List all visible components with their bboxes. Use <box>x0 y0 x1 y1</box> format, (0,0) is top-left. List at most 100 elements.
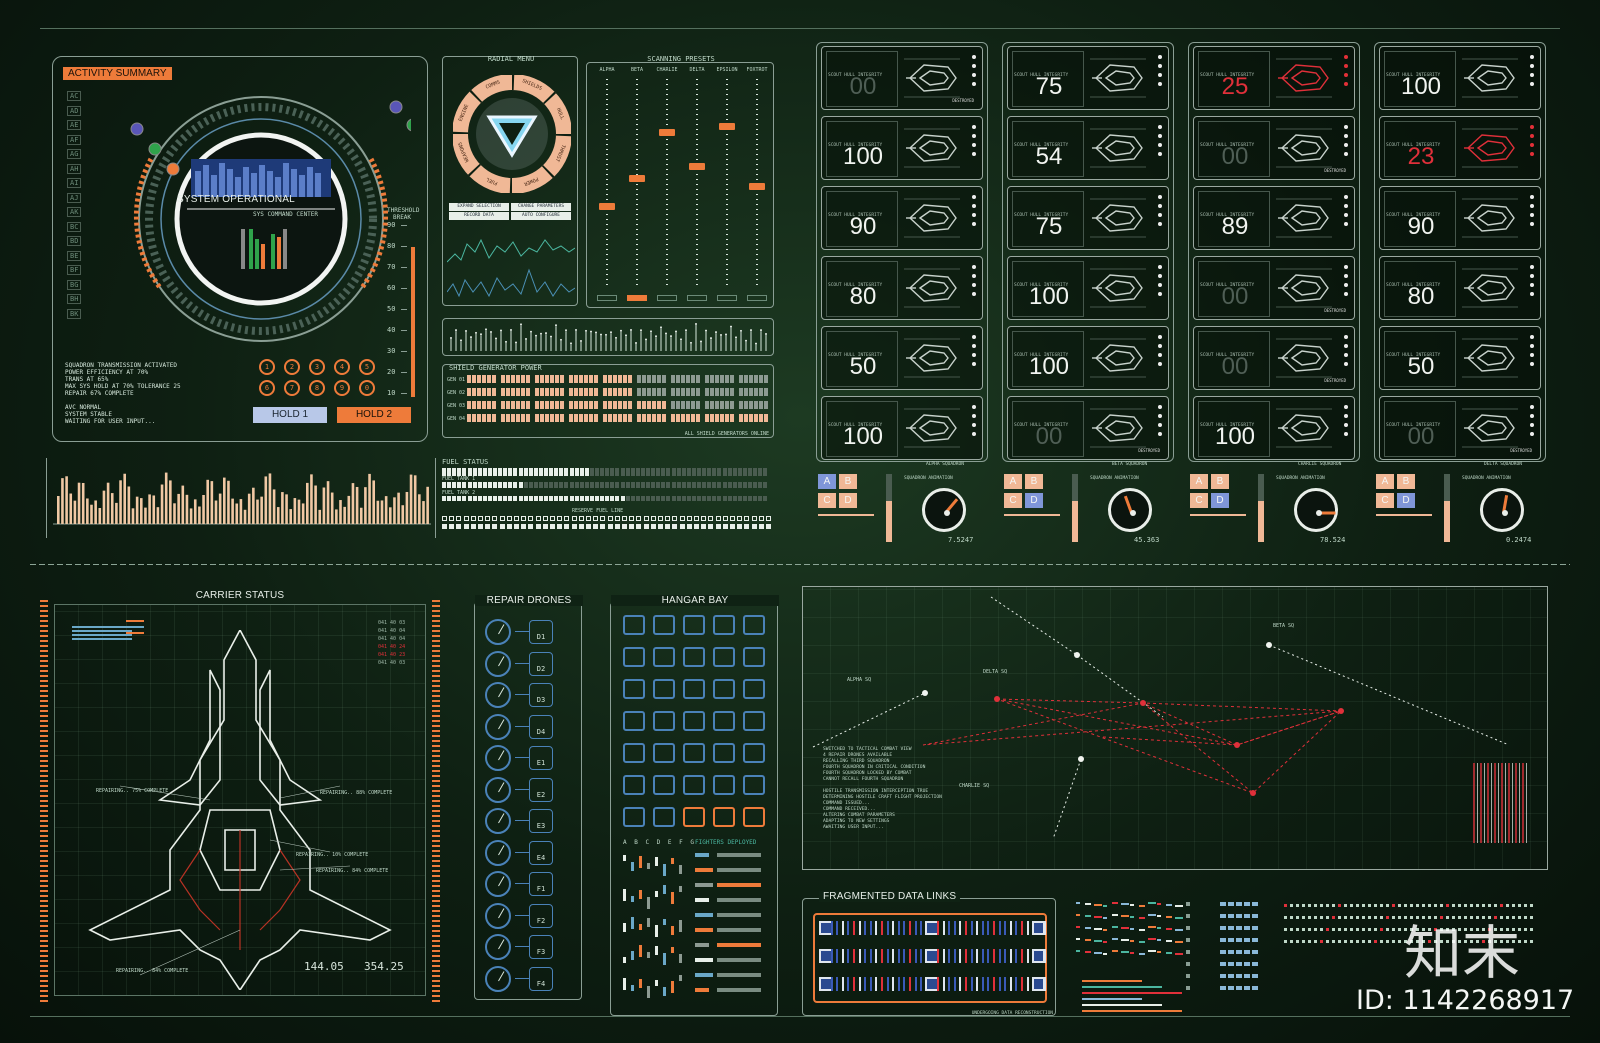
preset-slider-knob[interactable] <box>659 129 675 136</box>
hangar-slot[interactable] <box>623 743 645 763</box>
hangar-slot[interactable] <box>683 807 705 827</box>
preset-select-button[interactable] <box>627 295 647 301</box>
hangar-slot[interactable] <box>653 647 675 667</box>
sector-card[interactable]: SCOUT HULL INTEGRITY 100 <box>1007 256 1169 320</box>
preset-slider-knob[interactable] <box>749 183 765 190</box>
sector-card[interactable]: SCOUT HULL INTEGRITY 00 DESTROYED <box>1193 256 1355 320</box>
hangar-slot[interactable] <box>713 711 735 731</box>
drone-tag[interactable]: E3 <box>529 809 553 833</box>
hangar-slot[interactable] <box>653 743 675 763</box>
hangar-slot[interactable] <box>653 775 675 795</box>
hangar-slot[interactable] <box>623 647 645 667</box>
hangar-slot[interactable] <box>653 615 675 635</box>
sector-card[interactable]: SCOUT HULL INTEGRITY 50 <box>821 326 983 390</box>
hangar-slot[interactable] <box>713 679 735 699</box>
sector-card[interactable]: SCOUT HULL INTEGRITY 90 <box>821 186 983 250</box>
sector-card[interactable]: SCOUT HULL INTEGRITY 00 DESTROYED <box>821 46 983 110</box>
drone-dial[interactable] <box>485 776 511 803</box>
hangar-slot[interactable] <box>713 647 735 667</box>
drone-dial[interactable] <box>485 871 511 897</box>
hangar-slot[interactable] <box>623 807 645 827</box>
squadron-knob[interactable] <box>922 488 966 532</box>
hangar-slot[interactable] <box>653 711 675 731</box>
drone-dial[interactable] <box>485 745 511 771</box>
number-button[interactable]: 1 <box>259 359 275 375</box>
number-button[interactable]: 7 <box>284 380 300 396</box>
hangar-slot[interactable] <box>743 711 765 731</box>
drone-tag[interactable]: F1 <box>529 872 553 896</box>
hangar-slot[interactable] <box>683 775 705 795</box>
preset-select-button[interactable] <box>687 295 707 301</box>
abcd-button-b[interactable]: B <box>1397 474 1415 489</box>
drone-tag[interactable]: D2 <box>529 651 553 676</box>
drone-tag[interactable]: D3 <box>529 683 553 707</box>
number-button[interactable]: 6 <box>259 380 275 396</box>
drone-tag[interactable]: D4 <box>529 714 553 739</box>
abcd-button-c[interactable]: C <box>1190 493 1208 508</box>
hangar-slot[interactable] <box>683 743 705 763</box>
hold-2-button[interactable]: HOLD 2 <box>337 407 411 423</box>
sector-card[interactable]: SCOUT HULL INTEGRITY 80 <box>821 256 983 320</box>
drone-tag[interactable]: F3 <box>529 935 553 959</box>
drone-dial[interactable] <box>485 650 511 677</box>
abcd-button-a[interactable]: A <box>1376 474 1394 489</box>
drone-tag[interactable]: F4 <box>529 966 553 991</box>
preset-slider-knob[interactable] <box>599 203 615 210</box>
sector-card[interactable]: SCOUT HULL INTEGRITY 00 DESTROYED <box>1379 396 1541 460</box>
sector-card[interactable]: SCOUT HULL INTEGRITY 25 <box>1193 46 1355 110</box>
preset-select-button[interactable] <box>717 295 737 301</box>
abcd-button-d[interactable]: D <box>1397 493 1415 508</box>
preset-slider-knob[interactable] <box>689 163 705 170</box>
sector-card[interactable]: SCOUT HULL INTEGRITY 100 <box>821 396 983 460</box>
sector-card[interactable]: SCOUT HULL INTEGRITY 00 DESTROYED <box>1193 116 1355 180</box>
radial-action[interactable]: CHANGE PARAMETERS <box>511 203 571 211</box>
drone-tag[interactable]: E4 <box>529 840 553 865</box>
abcd-button-b[interactable]: B <box>839 474 857 489</box>
sector-card[interactable]: SCOUT HULL INTEGRITY 80 <box>1379 256 1541 320</box>
abcd-button-d[interactable]: D <box>1211 493 1229 508</box>
sector-card[interactable]: SCOUT HULL INTEGRITY 54 <box>1007 116 1169 180</box>
hangar-slot[interactable] <box>623 679 645 699</box>
preset-select-button[interactable] <box>597 295 617 301</box>
hangar-slot[interactable] <box>743 807 765 827</box>
hangar-slot[interactable] <box>713 775 735 795</box>
hangar-slot[interactable] <box>743 775 765 795</box>
abcd-button-b[interactable]: B <box>1025 474 1043 489</box>
preset-slider-knob[interactable] <box>629 175 645 182</box>
abcd-button-c[interactable]: C <box>1376 493 1394 508</box>
preset-slider-knob[interactable] <box>719 123 735 130</box>
sector-card[interactable]: SCOUT HULL INTEGRITY 00 DESTROYED <box>1007 396 1169 460</box>
abcd-button-d[interactable]: D <box>839 493 857 508</box>
drone-dial[interactable] <box>485 965 511 992</box>
drone-tag[interactable]: F2 <box>529 903 553 928</box>
hangar-slot[interactable] <box>653 807 675 827</box>
number-button[interactable]: 8 <box>309 380 325 396</box>
hangar-slot[interactable] <box>743 743 765 763</box>
radial-action[interactable]: AUTO CONFIGURE <box>511 212 571 220</box>
drone-dial[interactable] <box>485 839 511 866</box>
radial-ring[interactable] <box>453 75 571 193</box>
drone-tag[interactable]: E2 <box>529 777 553 802</box>
sector-card[interactable]: SCOUT HULL INTEGRITY 00 DESTROYED <box>1193 326 1355 390</box>
hangar-slot[interactable] <box>623 615 645 635</box>
hangar-slot[interactable] <box>683 647 705 667</box>
number-button[interactable]: 2 <box>284 359 300 375</box>
drone-dial[interactable] <box>485 713 511 740</box>
sector-card[interactable]: SCOUT HULL INTEGRITY 75 <box>1007 186 1169 250</box>
hangar-slot[interactable] <box>683 615 705 635</box>
sector-card[interactable]: SCOUT HULL INTEGRITY 75 <box>1007 46 1169 110</box>
sector-card[interactable]: SCOUT HULL INTEGRITY 50 <box>1379 326 1541 390</box>
squadron-knob[interactable] <box>1108 488 1152 532</box>
drone-dial[interactable] <box>485 808 511 834</box>
hangar-slot[interactable] <box>743 679 765 699</box>
hangar-slot[interactable] <box>713 615 735 635</box>
hangar-slot[interactable] <box>713 807 735 827</box>
drone-tag[interactable]: E1 <box>529 746 553 770</box>
squadron-knob[interactable] <box>1294 488 1338 532</box>
sector-card[interactable]: SCOUT HULL INTEGRITY 100 <box>1379 46 1541 110</box>
radial-action[interactable]: RECORD DATA <box>449 212 509 220</box>
abcd-button-a[interactable]: A <box>818 474 836 489</box>
drone-dial[interactable] <box>485 934 511 960</box>
abcd-button-c[interactable]: C <box>818 493 836 508</box>
sector-card[interactable]: SCOUT HULL INTEGRITY 89 <box>1193 186 1355 250</box>
